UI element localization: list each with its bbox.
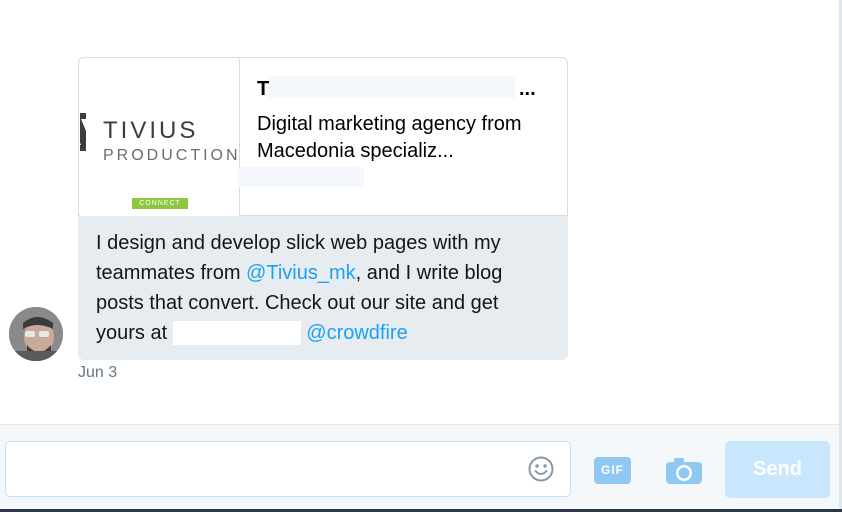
message-input[interactable] [16, 450, 516, 488]
conversation-thread: TIVIUS PRODUCTION CONNECT T ... Digital … [0, 0, 839, 424]
avatar[interactable] [9, 307, 63, 361]
redacted-link [172, 321, 301, 345]
redacted-region [269, 76, 515, 98]
message-line: posts that convert. Check out our site a… [96, 292, 499, 314]
link-preview-title[interactable]: T ... [257, 76, 557, 102]
avatar-image [9, 307, 63, 361]
link-preview-title-start: T [257, 78, 270, 100]
message-text: I design and develop slick web pages wit… [96, 228, 566, 348]
message-input-box[interactable] [5, 441, 571, 497]
message-line: yours at @crowdfire [96, 318, 566, 348]
message-line: I design and develop slick web pages wit… [96, 232, 501, 254]
message-bubble: TIVIUS PRODUCTION CONNECT T ... Digital … [78, 57, 568, 360]
message-line: teammates from @Tivius_mk, and I write b… [96, 258, 566, 288]
redacted-region [238, 167, 364, 187]
message-text-fragment: yours at [96, 322, 173, 344]
message-text-fragment: , and I write blog [355, 262, 503, 284]
logo-mark-icon [80, 113, 86, 151]
message-text-fragment: teammates from [96, 262, 247, 284]
link-preview-card[interactable]: TIVIUS PRODUCTION CONNECT T ... Digital … [78, 57, 568, 216]
message-timestamp: Jun 3 [78, 364, 118, 381]
mention-link[interactable]: @crowdfire [306, 322, 407, 344]
logo-text-secondary: PRODUCTION [103, 147, 240, 164]
logo-text-primary: TIVIUS [103, 117, 199, 144]
link-preview-text: T ... Digital marketing agency from Mace… [257, 76, 557, 165]
logo-badge: CONNECT [132, 198, 188, 209]
link-preview-thumbnail[interactable]: TIVIUS PRODUCTION CONNECT [80, 59, 240, 216]
message-composer: GIF Send [0, 424, 839, 512]
camera-icon[interactable] [664, 456, 704, 486]
mention-link[interactable]: @Tivius_mk [246, 262, 356, 284]
link-preview-title-ellipsis: ... [519, 78, 536, 100]
gif-button[interactable]: GIF [594, 457, 631, 484]
link-preview-description: Digital marketing agency from Macedonia … [257, 113, 522, 162]
smiley-face-icon[interactable] [526, 454, 556, 484]
send-button[interactable]: Send [725, 441, 830, 498]
